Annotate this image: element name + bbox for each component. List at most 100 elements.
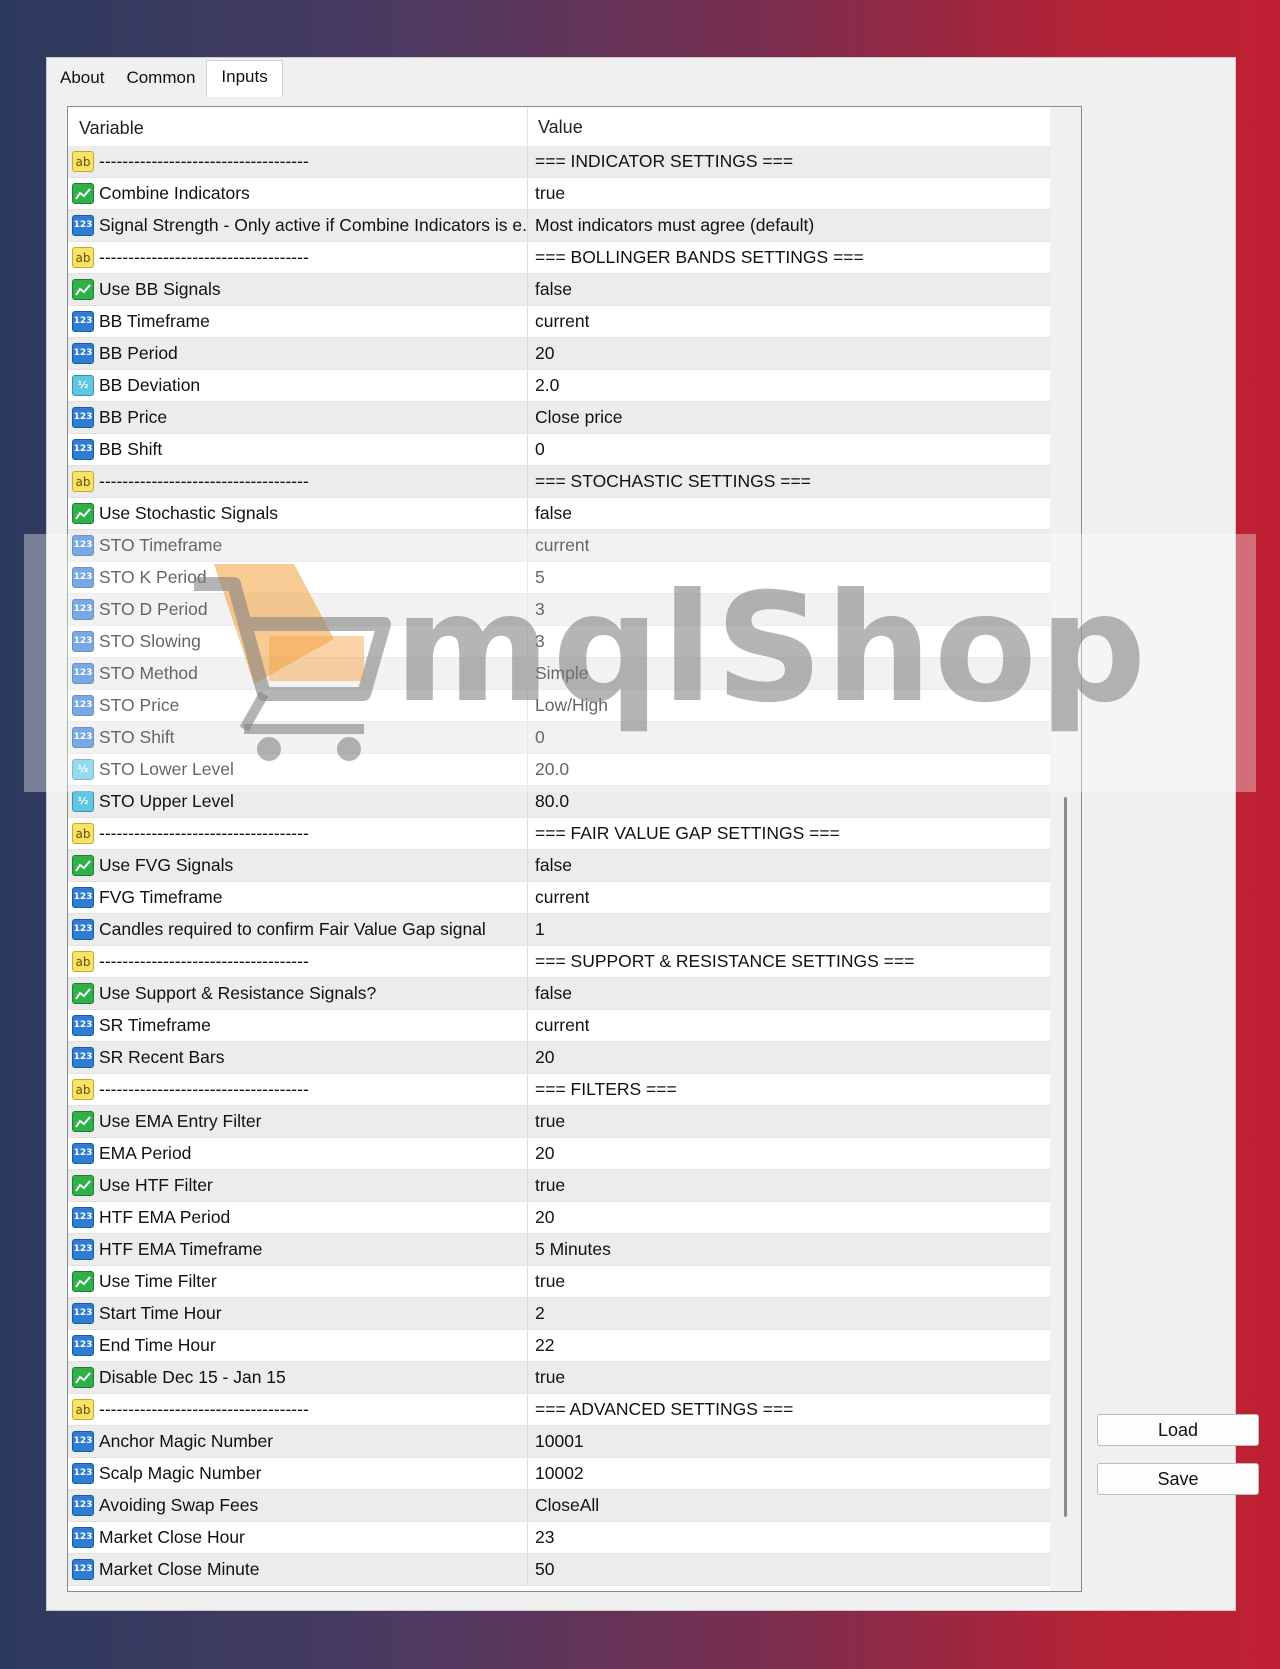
tab-inputs[interactable]: Inputs bbox=[206, 60, 283, 97]
table-row[interactable]: 123 Market Close Minute 50 bbox=[68, 1554, 1050, 1586]
value-cell[interactable]: Simple bbox=[528, 663, 589, 684]
value-cell[interactable]: 0 bbox=[528, 727, 545, 748]
column-header-variable[interactable]: Variable bbox=[68, 107, 528, 146]
value-cell[interactable]: current bbox=[528, 887, 589, 908]
value-cell[interactable]: 20.0 bbox=[528, 759, 569, 780]
value-cell[interactable]: === STOCHASTIC SETTINGS === bbox=[528, 471, 811, 492]
vertical-scrollbar[interactable] bbox=[1050, 107, 1081, 1591]
tab-about[interactable]: About bbox=[49, 60, 115, 96]
table-row[interactable]: 123 Signal Strength - Only active if Comb… bbox=[68, 210, 1050, 242]
value-cell[interactable]: === BOLLINGER BANDS SETTINGS === bbox=[528, 247, 864, 268]
table-row[interactable]: Use Stochastic Signals false bbox=[68, 498, 1050, 530]
value-cell[interactable]: false bbox=[528, 279, 572, 300]
value-cell[interactable]: 20 bbox=[528, 343, 554, 364]
table-row[interactable]: Combine Indicators true bbox=[68, 178, 1050, 210]
value-cell[interactable]: true bbox=[528, 1175, 565, 1196]
table-row[interactable]: 123 BB Price Close price bbox=[68, 402, 1050, 434]
value-cell[interactable]: 20 bbox=[528, 1143, 554, 1164]
table-row[interactable]: 123 STO Price Low/High bbox=[68, 690, 1050, 722]
table-row[interactable]: 123 Avoiding Swap Fees CloseAll bbox=[68, 1490, 1050, 1522]
value-cell[interactable]: === FAIR VALUE GAP SETTINGS === bbox=[528, 823, 840, 844]
value-cell[interactable]: 2 bbox=[528, 1303, 545, 1324]
value-cell[interactable]: 20 bbox=[528, 1047, 554, 1068]
value-cell[interactable]: false bbox=[528, 503, 572, 524]
table-row[interactable]: 123 Market Close Hour 23 bbox=[68, 1522, 1050, 1554]
value-cell[interactable]: 22 bbox=[528, 1335, 554, 1356]
value-cell[interactable]: === INDICATOR SETTINGS === bbox=[528, 151, 793, 172]
table-row[interactable]: 123 BB Shift 0 bbox=[68, 434, 1050, 466]
table-row[interactable]: 123 STO Slowing 3 bbox=[68, 626, 1050, 658]
value-cell[interactable]: === ADVANCED SETTINGS === bbox=[528, 1399, 793, 1420]
table-row[interactable]: 123 STO K Period 5 bbox=[68, 562, 1050, 594]
value-cell[interactable]: 23 bbox=[528, 1527, 554, 1548]
variable-cell: Use BB Signals bbox=[68, 274, 528, 305]
value-cell[interactable]: Low/High bbox=[528, 695, 608, 716]
table-row[interactable]: 123 Start Time Hour 2 bbox=[68, 1298, 1050, 1330]
value-cell[interactable]: false bbox=[528, 983, 572, 1004]
table-row[interactable]: Use EMA Entry Filter true bbox=[68, 1106, 1050, 1138]
value-cell[interactable]: 10002 bbox=[528, 1463, 584, 1484]
value-cell[interactable]: 2.0 bbox=[528, 375, 559, 396]
table-row[interactable]: ab ------------------------------------ ==… bbox=[68, 1074, 1050, 1106]
value-cell[interactable]: true bbox=[528, 1271, 565, 1292]
value-cell[interactable]: true bbox=[528, 1111, 565, 1132]
scrollbar-thumb[interactable] bbox=[1064, 797, 1067, 1517]
value-cell[interactable]: 80.0 bbox=[528, 791, 569, 812]
value-cell[interactable]: true bbox=[528, 183, 565, 204]
table-row[interactable]: 123 Scalp Magic Number 10002 bbox=[68, 1458, 1050, 1490]
value-cell[interactable]: 10001 bbox=[528, 1431, 584, 1452]
value-cell[interactable]: current bbox=[528, 1015, 589, 1036]
table-row[interactable]: ½ BB Deviation 2.0 bbox=[68, 370, 1050, 402]
table-row[interactable]: Disable Dec 15 - Jan 15 true bbox=[68, 1362, 1050, 1394]
value-cell[interactable]: 5 Minutes bbox=[528, 1239, 611, 1260]
table-row[interactable]: 123 BB Timeframe current bbox=[68, 306, 1050, 338]
value-cell[interactable]: Close price bbox=[528, 407, 623, 428]
table-row[interactable]: 123 Candles required to confirm Fair Valu… bbox=[68, 914, 1050, 946]
value-cell[interactable]: 3 bbox=[528, 599, 545, 620]
table-row[interactable]: Use BB Signals false bbox=[68, 274, 1050, 306]
table-row[interactable]: 123 BB Period 20 bbox=[68, 338, 1050, 370]
value-cell[interactable]: true bbox=[528, 1367, 565, 1388]
table-row[interactable]: 123 STO Shift 0 bbox=[68, 722, 1050, 754]
value-cell[interactable]: === SUPPORT & RESISTANCE SETTINGS === bbox=[528, 951, 914, 972]
table-row[interactable]: ½ STO Lower Level 20.0 bbox=[68, 754, 1050, 786]
table-row[interactable]: ab ------------------------------------ ==… bbox=[68, 946, 1050, 978]
table-row[interactable]: 123 STO Method Simple bbox=[68, 658, 1050, 690]
table-row[interactable]: 123 Anchor Magic Number 10001 bbox=[68, 1426, 1050, 1458]
value-cell[interactable]: 0 bbox=[528, 439, 545, 460]
table-row[interactable]: 123 End Time Hour 22 bbox=[68, 1330, 1050, 1362]
value-cell[interactable]: Most indicators must agree (default) bbox=[528, 215, 814, 236]
table-row[interactable]: 123 HTF EMA Period 20 bbox=[68, 1202, 1050, 1234]
value-cell[interactable]: 50 bbox=[528, 1559, 554, 1580]
table-row[interactable]: ab ------------------------------------ ==… bbox=[68, 1394, 1050, 1426]
column-header-value[interactable]: Value bbox=[528, 107, 583, 148]
table-row[interactable]: ab ------------------------------------ ==… bbox=[68, 818, 1050, 850]
value-cell[interactable]: 5 bbox=[528, 567, 545, 588]
table-row[interactable]: ab ------------------------------------ ==… bbox=[68, 242, 1050, 274]
table-row[interactable]: Use Support & Resistance Signals? false bbox=[68, 978, 1050, 1010]
table-row[interactable]: 123 SR Recent Bars 20 bbox=[68, 1042, 1050, 1074]
value-cell[interactable]: current bbox=[528, 311, 589, 332]
value-cell[interactable]: CloseAll bbox=[528, 1495, 599, 1516]
table-row[interactable]: ab ------------------------------------ ==… bbox=[68, 146, 1050, 178]
value-cell[interactable]: false bbox=[528, 855, 572, 876]
table-row[interactable]: Use FVG Signals false bbox=[68, 850, 1050, 882]
table-row[interactable]: Use HTF Filter true bbox=[68, 1170, 1050, 1202]
tab-common[interactable]: Common bbox=[115, 60, 206, 96]
table-row[interactable]: 123 SR Timeframe current bbox=[68, 1010, 1050, 1042]
table-row[interactable]: ½ STO Upper Level 80.0 bbox=[68, 786, 1050, 818]
value-cell[interactable]: 20 bbox=[528, 1207, 554, 1228]
table-row[interactable]: 123 STO D Period 3 bbox=[68, 594, 1050, 626]
table-row[interactable]: 123 FVG Timeframe current bbox=[68, 882, 1050, 914]
value-cell[interactable]: === FILTERS === bbox=[528, 1079, 677, 1100]
table-row[interactable]: ab ------------------------------------ ==… bbox=[68, 466, 1050, 498]
save-button[interactable]: Save bbox=[1097, 1463, 1259, 1495]
table-row[interactable]: Use Time Filter true bbox=[68, 1266, 1050, 1298]
table-row[interactable]: 123 EMA Period 20 bbox=[68, 1138, 1050, 1170]
value-cell[interactable]: 1 bbox=[528, 919, 545, 940]
load-button[interactable]: Load bbox=[1097, 1414, 1259, 1446]
value-cell[interactable]: current bbox=[528, 535, 589, 556]
table-row[interactable]: 123 HTF EMA Timeframe 5 Minutes bbox=[68, 1234, 1050, 1266]
table-row[interactable]: 123 STO Timeframe current bbox=[68, 530, 1050, 562]
value-cell[interactable]: 3 bbox=[528, 631, 545, 652]
